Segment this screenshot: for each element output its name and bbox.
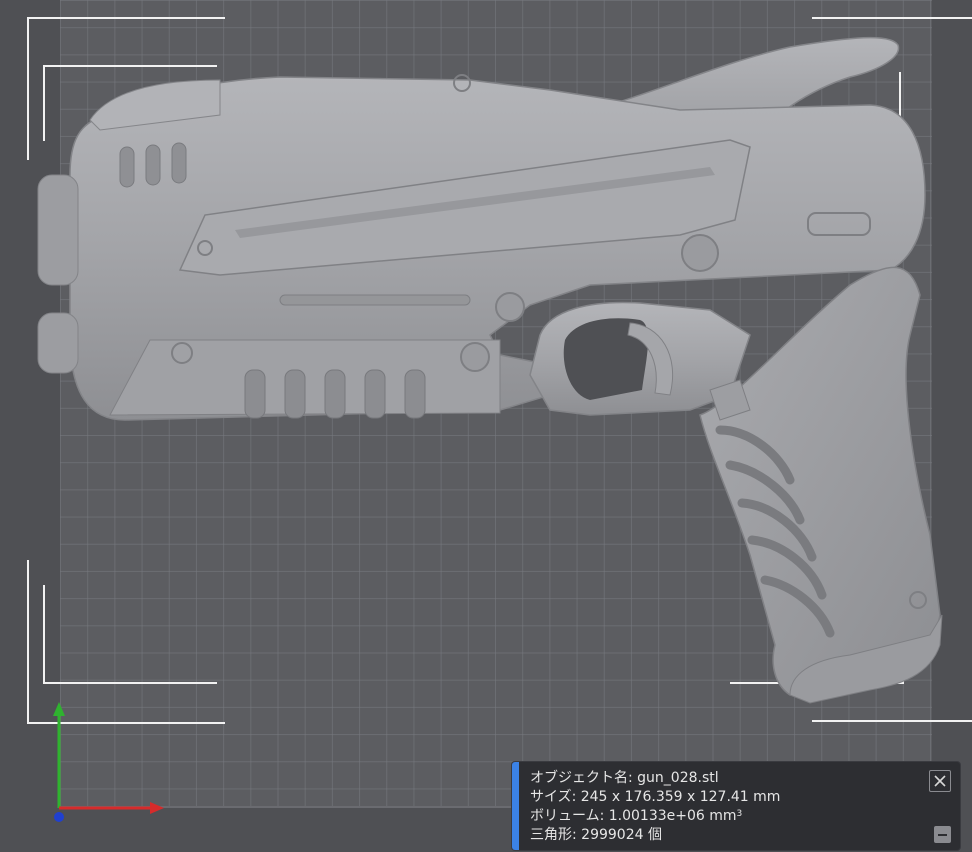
info-panel-accent [512,762,519,850]
volume-unit-superscript: 3 [736,809,743,819]
close-icon [934,775,946,787]
bounding-bracket-outer-top-right [812,17,972,19]
axis-indicator [53,702,164,822]
object-info-panel: オブジェクト名: gun_028.stl サイズ: 245 x 176.359 … [512,762,960,850]
object-name-text: オブジェクト名: gun_028.stl [530,770,719,786]
collapse-button[interactable] [934,826,951,843]
close-button[interactable] [929,770,951,792]
minus-icon [938,833,947,836]
gun-model[interactable] [30,35,952,705]
triangle-count-text: 三角形: 2999024 個 [530,827,662,843]
3d-viewport[interactable] [0,0,972,852]
object-volume-line: ボリューム: 1.00133e+06 mm3 [530,807,780,826]
object-volume-text: ボリューム: 1.00133e+06 mm [530,808,737,824]
bounding-bracket-outer-bottom-right [812,720,972,722]
object-size-text: サイズ: 245 x 176.359 x 127.41 mm [530,789,781,805]
